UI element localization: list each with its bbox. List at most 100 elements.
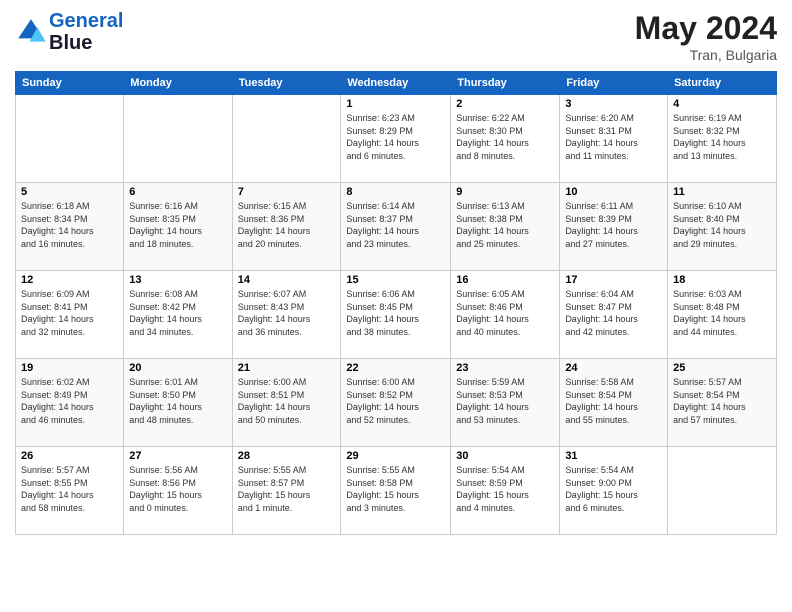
sunrise-info: Sunrise: 6:11 AM xyxy=(565,201,633,211)
daylight-hours: Daylight: 14 hours xyxy=(673,138,746,148)
sunset-info: Sunset: 8:41 PM xyxy=(21,302,88,312)
calendar-cell: 5 Sunrise: 6:18 AMSunset: 8:34 PMDaylight… xyxy=(16,183,124,271)
sunset-info: Sunset: 8:55 PM xyxy=(21,478,88,488)
calendar-cell: 7Sunrise: 6:15 AMSunset: 8:36 PMDaylight… xyxy=(232,183,341,271)
sunrise-info: Sunrise: 6:13 AM xyxy=(456,201,525,211)
calendar-table: SundayMondayTuesdayWednesdayThursdayFrid… xyxy=(15,71,777,535)
daylight-hours: Daylight: 14 hours xyxy=(565,226,638,236)
calendar-cell: 8Sunrise: 6:14 AMSunset: 8:37 PMDaylight… xyxy=(341,183,451,271)
sunrise-info: Sunrise: 6:10 AM xyxy=(673,201,742,211)
day-number: 12 xyxy=(21,274,118,286)
calendar-cell: 31Sunrise: 5:54 AMSunset: 9:00 PMDayligh… xyxy=(560,447,668,535)
calendar-cell: 10Sunrise: 6:11 AMSunset: 8:39 PMDayligh… xyxy=(560,183,668,271)
daylight-hours: Daylight: 14 hours xyxy=(346,138,419,148)
day-info: Sunrise: 6:18 AMSunset: 8:34 PMDaylight:… xyxy=(21,200,118,250)
sunset-info: Sunset: 8:32 PM xyxy=(673,126,740,136)
daylight-hours: and 32 minutes. xyxy=(21,327,85,337)
day-number: 27 xyxy=(129,450,226,462)
daylight-hours: and 6 minutes. xyxy=(565,503,624,513)
sunset-info: Sunset: 8:35 PM xyxy=(129,214,196,224)
daylight-hours: and 34 minutes. xyxy=(129,327,193,337)
sunset-info: Sunset: 8:38 PM xyxy=(456,214,523,224)
day-info: Sunrise: 6:10 AMSunset: 8:40 PMDaylight:… xyxy=(673,200,771,250)
calendar-cell: 28Sunrise: 5:55 AMSunset: 8:57 PMDayligh… xyxy=(232,447,341,535)
sunrise-info: Sunrise: 6:06 AM xyxy=(346,289,415,299)
sunrise-info: Sunrise: 6:00 AM xyxy=(238,377,307,387)
day-number: 5 xyxy=(21,186,118,198)
daylight-hours: Daylight: 14 hours xyxy=(456,138,529,148)
daylight-hours: and 52 minutes. xyxy=(346,415,410,425)
day-info: Sunrise: 6:00 AMSunset: 8:52 PMDaylight:… xyxy=(346,376,445,426)
sunrise-info: Sunrise: 5:56 AM xyxy=(129,465,198,475)
calendar-week-5: 26Sunrise: 5:57 AMSunset: 8:55 PMDayligh… xyxy=(16,447,777,535)
day-info: Sunrise: 6:19 AM Sunset: 8:32 PM Daylight:… xyxy=(673,112,771,162)
day-number: 21 xyxy=(238,362,336,374)
calendar-header-row: SundayMondayTuesdayWednesdayThursdayFrid… xyxy=(16,72,777,95)
daylight-hours: and 16 minutes. xyxy=(21,239,85,249)
day-number: 4 xyxy=(673,98,771,110)
day-number: 25 xyxy=(673,362,771,374)
day-number: 17 xyxy=(565,274,662,286)
day-number: 3 xyxy=(565,98,662,110)
daylight-hours: Daylight: 15 hours xyxy=(565,490,638,500)
daylight-hours: and 8 minutes. xyxy=(456,151,515,161)
day-info: Sunrise: 6:23 AMSunset: 8:29 PMDaylight:… xyxy=(346,112,445,162)
calendar-cell: 2 Sunrise: 6:22 AMSunset: 8:30 PMDaylight… xyxy=(451,95,560,183)
daylight-hours: and 6 minutes. xyxy=(346,151,405,161)
daylight-hours: Daylight: 14 hours xyxy=(565,314,638,324)
day-number: 26 xyxy=(21,450,118,462)
daylight-hours: Daylight: 14 hours xyxy=(21,314,94,324)
title-block: May 2024 Tran, Bulgaria xyxy=(635,10,777,63)
calendar-cell: 3Sunrise: 6:20 AMSunset: 8:31 PMDaylight… xyxy=(560,95,668,183)
sunset-info: Sunset: 8:49 PM xyxy=(21,390,88,400)
daylight-hours: Daylight: 14 hours xyxy=(673,226,746,236)
day-number: 19 xyxy=(21,362,118,374)
daylight-hours: Daylight: 14 hours xyxy=(129,314,202,324)
sunrise-info: Sunrise: 6:16 AM xyxy=(129,201,198,211)
sunset-info: Sunset: 8:37 PM xyxy=(346,214,413,224)
calendar-header-sunday: Sunday xyxy=(16,72,124,95)
calendar-cell: 26Sunrise: 5:57 AMSunset: 8:55 PMDayligh… xyxy=(16,447,124,535)
calendar-cell: 16Sunrise: 6:05 AMSunset: 8:46 PMDayligh… xyxy=(451,271,560,359)
day-number: 2 xyxy=(456,98,554,110)
daylight-hours: and 13 minutes. xyxy=(673,151,737,161)
daylight-hours: and 40 minutes. xyxy=(456,327,520,337)
daylight-hours: and 36 minutes. xyxy=(238,327,302,337)
daylight-hours: Daylight: 14 hours xyxy=(238,226,311,236)
header: General Blue May 2024 Tran, Bulgaria xyxy=(15,10,777,63)
calendar-header-thursday: Thursday xyxy=(451,72,560,95)
daylight-hours: and 4 minutes. xyxy=(456,503,515,513)
sunset-info: Sunset: 8:50 PM xyxy=(129,390,196,400)
daylight-hours: and 53 minutes. xyxy=(456,415,520,425)
sunset-info: Sunset: 8:43 PM xyxy=(238,302,305,312)
day-info: Sunrise: 5:58 AMSunset: 8:54 PMDaylight:… xyxy=(565,376,662,426)
calendar-header-tuesday: Tuesday xyxy=(232,72,341,95)
day-number: 29 xyxy=(346,450,445,462)
day-number: 20 xyxy=(129,362,226,374)
sunrise-info: Sunrise: 6:02 AM xyxy=(21,377,90,387)
day-info: Sunrise: 5:54 AMSunset: 8:59 PMDaylight:… xyxy=(456,464,554,514)
sunrise-info: Sunrise: 5:57 AM xyxy=(673,377,742,387)
sunset-info: Sunset: 8:56 PM xyxy=(129,478,196,488)
sunset-info: Sunset: 8:42 PM xyxy=(129,302,196,312)
day-info: Sunrise: 6:06 AMSunset: 8:45 PMDaylight:… xyxy=(346,288,445,338)
sunrise-info: Sunrise: 6:19 AM xyxy=(673,113,742,123)
daylight-hours: and 50 minutes. xyxy=(238,415,302,425)
daylight-hours: and 20 minutes. xyxy=(238,239,302,249)
month-year: May 2024 xyxy=(635,10,777,47)
logo: General Blue xyxy=(15,10,123,54)
day-number: 18 xyxy=(673,274,771,286)
day-number: 1 xyxy=(346,98,445,110)
daylight-hours: and 1 minute. xyxy=(238,503,293,513)
day-info: Sunrise: 5:59 AMSunset: 8:53 PMDaylight:… xyxy=(456,376,554,426)
sunset-info: Sunset: 8:45 PM xyxy=(346,302,413,312)
daylight-hours: Daylight: 14 hours xyxy=(238,402,311,412)
day-info: Sunrise: 6:04 AMSunset: 8:47 PMDaylight:… xyxy=(565,288,662,338)
calendar-header-wednesday: Wednesday xyxy=(341,72,451,95)
sunset-info: Sunset: 8:54 PM xyxy=(673,390,740,400)
daylight-hours: Daylight: 14 hours xyxy=(565,138,638,148)
day-info: Sunrise: 6:22 AMSunset: 8:30 PMDaylight:… xyxy=(456,112,554,162)
daylight-hours: and 0 minutes. xyxy=(129,503,188,513)
day-info: Sunrise: 6:11 AMSunset: 8:39 PMDaylight:… xyxy=(565,200,662,250)
calendar-cell: 4 Sunrise: 6:19 AM Sunset: 8:32 PM Daylight… xyxy=(668,95,777,183)
